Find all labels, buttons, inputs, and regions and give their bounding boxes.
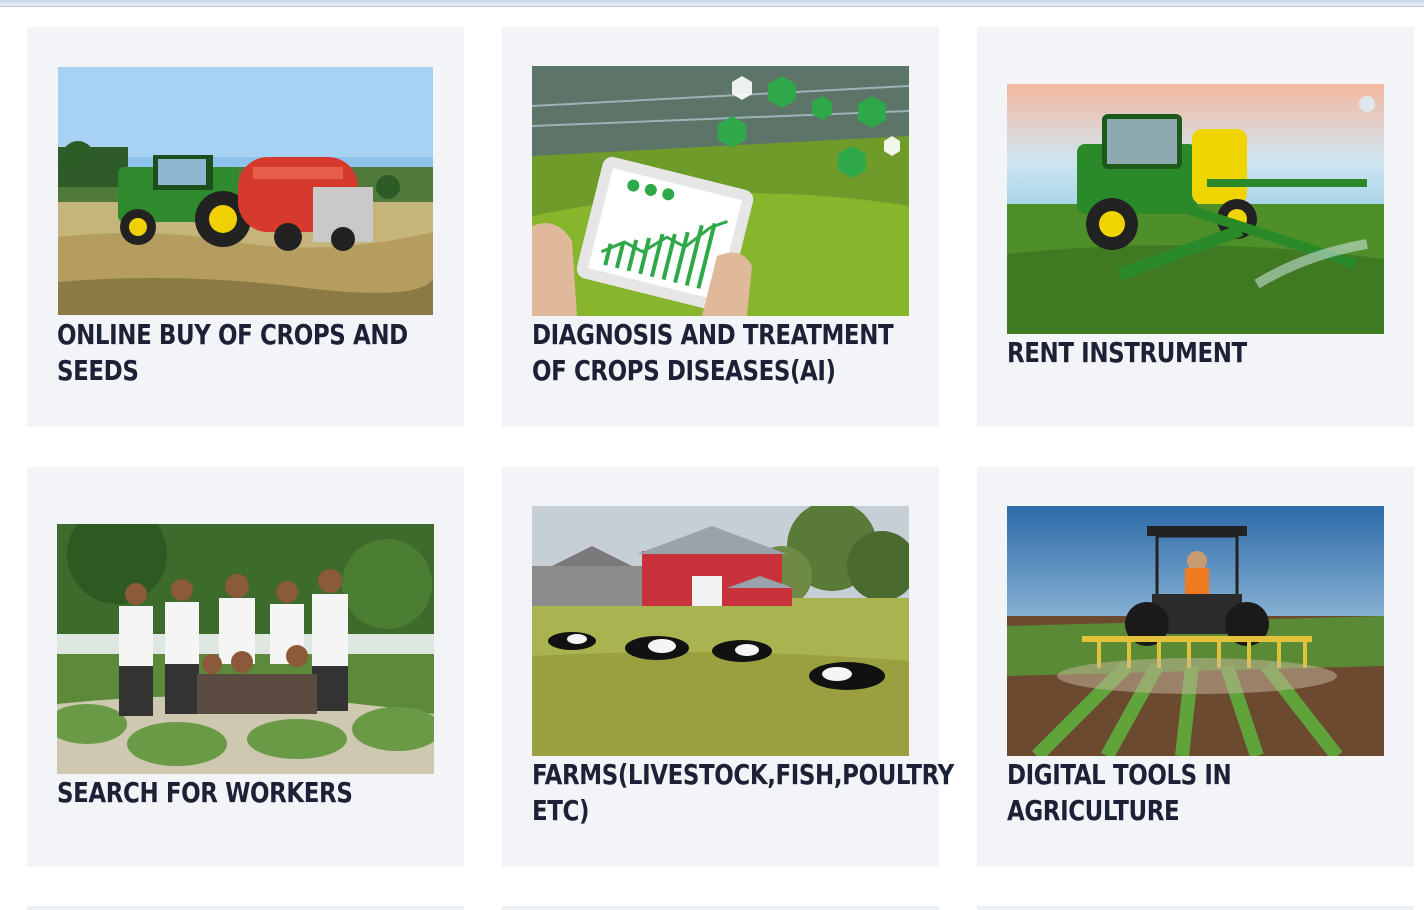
- card-title: SEARCH FOR WORKERS: [57, 776, 353, 809]
- card-title: DIAGNOSIS AND TREATMENT OF CROPS DISEASE…: [532, 318, 894, 387]
- tractor-rows-icon: [1007, 506, 1384, 756]
- service-card-digital-tools[interactable]: DIGITAL TOOLS IN AGRICULTURE: [977, 467, 1414, 867]
- tractor-baler-field-icon: [58, 67, 433, 315]
- tablet-greenhouse-icon: [532, 66, 909, 316]
- card-title: FARMS(LIVESTOCK,FISH,POULTRY ETC): [532, 758, 954, 827]
- barn-cows-icon: [532, 506, 909, 756]
- workers-group-icon: [57, 524, 434, 774]
- service-card-diagnosis[interactable]: DIAGNOSIS AND TREATMENT OF CROPS DISEASE…: [502, 27, 939, 427]
- browser-top-edge: [0, 0, 1424, 7]
- next-row-card-edge: [977, 906, 1414, 910]
- next-row-card-edge: [502, 906, 939, 910]
- card-title: RENT INSTRUMENT: [1007, 336, 1247, 369]
- sprayer-tractor-icon: [1007, 84, 1384, 334]
- service-card-farms[interactable]: FARMS(LIVESTOCK,FISH,POULTRY ETC): [502, 467, 954, 867]
- service-card-search-workers[interactable]: SEARCH FOR WORKERS: [27, 467, 464, 867]
- next-row-card-edge: [27, 906, 464, 910]
- service-card-rent-instrument[interactable]: RENT INSTRUMENT: [977, 27, 1414, 427]
- card-title: DIGITAL TOOLS IN AGRICULTURE: [1007, 758, 1232, 827]
- card-title: ONLINE BUY OF CROPS AND SEEDS: [57, 318, 408, 387]
- service-card-buy-crops[interactable]: ONLINE BUY OF CROPS AND SEEDS: [27, 27, 464, 427]
